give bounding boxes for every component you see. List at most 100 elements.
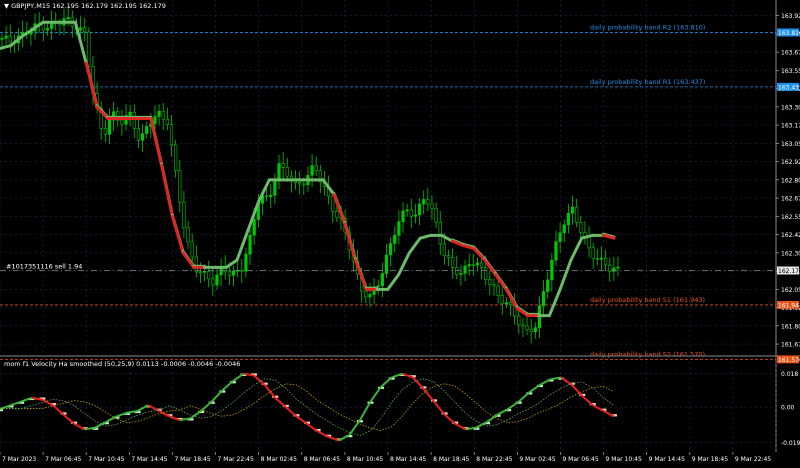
velocity-line [433, 400, 446, 416]
velocity-line [518, 391, 530, 403]
velocity-line [497, 408, 509, 416]
time-tick-label: 8 Mar 22:45 [476, 456, 512, 463]
velocity-line [412, 376, 425, 390]
candle-body [8, 35, 12, 43]
indicator-tick-label: 0.00 [781, 405, 795, 412]
candle-body [616, 266, 620, 269]
velocity-line [369, 386, 382, 403]
trend-segment [407, 236, 422, 255]
candle-body [186, 227, 190, 243]
candle-body [488, 279, 492, 285]
candle-body [541, 291, 546, 307]
velocity-line [422, 387, 435, 403]
trading-chart-window[interactable]: daily probability band R2 (163.810) daily… [0, 0, 800, 464]
candle-body [426, 199, 430, 205]
time-tick-label: 7 Mar 06:45 [45, 456, 81, 463]
trend-segment [343, 222, 357, 262]
candle-body [389, 243, 393, 256]
indicator-title: mom f1 Velocity Ha smoothed (50,25,9) 0.… [4, 360, 240, 368]
candle-body [178, 170, 182, 203]
candle-body [202, 271, 207, 273]
price-tick-label: 163.550 [781, 68, 800, 75]
candle-body [244, 253, 248, 272]
price-tick-label: 162.300 [781, 250, 800, 257]
candle-body [521, 324, 525, 327]
band-label-r2: daily probability band R2 (163.810) [590, 23, 705, 31]
candle-body [252, 219, 256, 236]
time-tick-label: 7 Mar 2023 [2, 456, 36, 463]
candle-body [190, 241, 194, 258]
velocity-line [62, 413, 75, 425]
indicator-tick-label: -0.019 [781, 440, 800, 447]
velocity-line [338, 434, 350, 442]
velocity-line [560, 376, 573, 386]
order-label[interactable]: #1017351116 sell 1.94 [6, 262, 82, 270]
velocity-line [475, 421, 488, 429]
candle-body [517, 315, 521, 326]
candle-body [331, 195, 335, 212]
velocity-line [306, 423, 319, 433]
price-tick-label: 161.675 [781, 342, 800, 349]
time-tick-label: 8 Mar 02:45 [261, 456, 297, 463]
time-axis[interactable]: 7 Mar 2023 7 Mar 06:45 7 Mar 10:45 7 Mar 14… [0, 452, 771, 463]
candle-body [281, 163, 285, 168]
candle-body [422, 199, 426, 205]
candle-body [417, 203, 422, 216]
candle-body [397, 221, 401, 236]
price-tick-label: 163.300 [781, 104, 800, 111]
candle-body [599, 257, 604, 260]
candle-body [508, 302, 513, 306]
candle-body [467, 264, 471, 267]
candle-body [174, 144, 178, 171]
velocity-line [528, 384, 541, 394]
candle-body [484, 267, 488, 280]
price-tick-label: 163.675 [781, 50, 800, 57]
velocity-line [210, 389, 224, 403]
velocity-line [317, 430, 329, 438]
candle-body [475, 262, 480, 266]
price-axis[interactable]: 163.925163.800163.675163.550163.425163.3… [776, 13, 800, 349]
band-tag-text: 163.437 [778, 84, 800, 91]
velocity-line [539, 378, 551, 386]
velocity-line [359, 401, 372, 421]
trend-segment [580, 233, 594, 240]
candle-body [558, 232, 562, 243]
time-tick-label: 9 Mar 18:45 [692, 456, 728, 463]
velocity-line [200, 400, 213, 412]
price-tick-label: 162.675 [781, 196, 800, 203]
time-tick-label: 7 Mar 22:45 [218, 456, 254, 463]
candle-body [198, 271, 203, 274]
candle-body [314, 165, 318, 171]
indicator-axis[interactable]: 0.018 0.00 -0.019 [781, 371, 800, 447]
candle-body [298, 182, 302, 185]
price-tick-label: 162.925 [781, 159, 800, 166]
velocity-line [443, 413, 456, 425]
candle-body [264, 195, 269, 198]
candle-body [368, 294, 372, 298]
velocity-line [73, 422, 86, 431]
price-tick-label: 161.800 [781, 323, 800, 330]
candle-body [107, 119, 112, 135]
candle-body [182, 201, 186, 229]
candle-body [471, 264, 475, 266]
candle-body [194, 256, 198, 273]
chart-canvas[interactable]: daily probability band R2 (163.810) daily… [0, 0, 800, 464]
candle-body [550, 259, 554, 281]
time-tick-label: 9 Mar 02:45 [519, 456, 555, 463]
candle-body [4, 35, 8, 39]
candle-body [128, 111, 132, 116]
candle-body [169, 124, 174, 146]
trend-segment [547, 287, 562, 318]
velocity-line [570, 384, 583, 397]
candle-body [504, 302, 508, 304]
candle-body [438, 221, 442, 245]
trend-segment [569, 236, 584, 262]
velocity-line [158, 409, 170, 418]
velocity-line [592, 404, 604, 412]
candle-body [87, 31, 91, 67]
trend-segment [397, 251, 411, 277]
band-tag-text: 163.810 [778, 30, 800, 37]
price-tick-label: 162.050 [781, 287, 800, 294]
band-tag-text: 161.943 [778, 302, 800, 309]
trend-segment [149, 117, 164, 167]
